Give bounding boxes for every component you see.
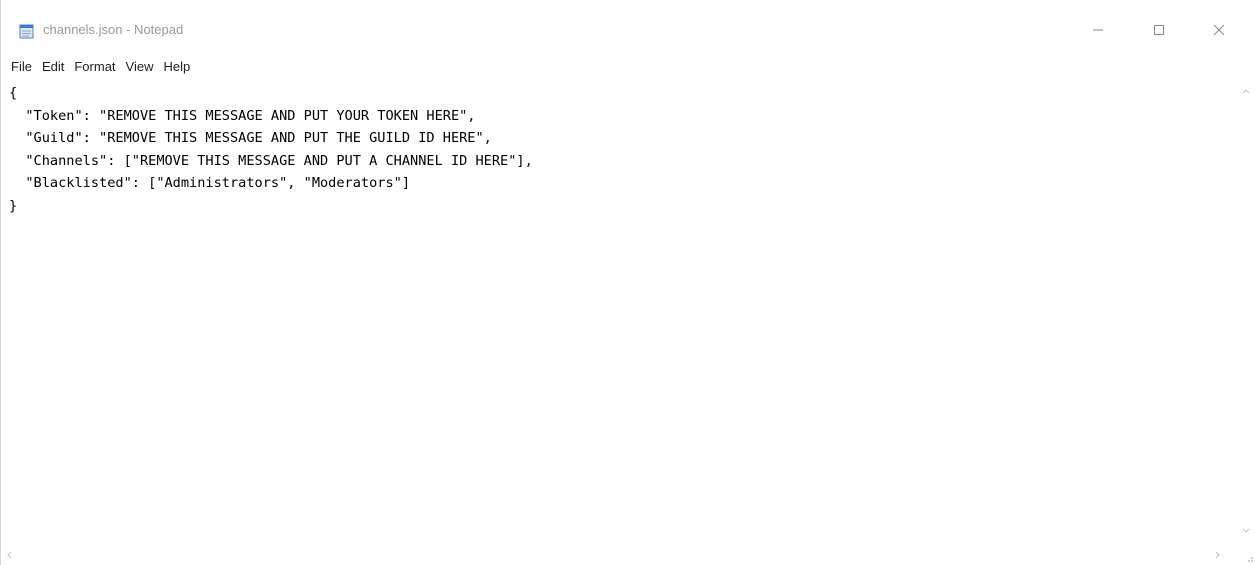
menu-bar: File Edit Format View Help [1,56,1255,78]
vertical-scrollbar[interactable] [1237,82,1255,546]
menu-view[interactable]: View [121,57,159,77]
close-button[interactable] [1197,13,1241,47]
editor-line: "Guild": "REMOVE THIS MESSAGE AND PUT TH… [9,130,492,146]
text-editor[interactable]: { "Token": "REMOVE THIS MESSAGE AND PUT … [9,82,1237,546]
editor-line: "Blacklisted": ["Administrators", "Moder… [9,175,411,191]
close-icon [1213,24,1225,36]
menu-help[interactable]: Help [158,57,195,77]
menu-edit[interactable]: Edit [37,57,69,77]
maximize-button[interactable] [1137,13,1181,47]
scroll-left-icon[interactable] [4,550,14,560]
minimize-button[interactable] [1076,13,1120,47]
window-title: channels.json - Notepad [43,22,184,37]
horizontal-scrollbar[interactable] [1,546,1237,565]
title-bar[interactable]: channels.json - Notepad [1,0,1255,39]
maximize-icon [1154,25,1164,35]
editor-line: } [9,197,18,214]
scroll-down-icon[interactable] [1241,526,1251,536]
notepad-window: channels.json - Notepad File Edit Format… [0,0,1255,565]
editor-line: "Channels": ["REMOVE THIS MESSAGE AND PU… [9,152,533,169]
resize-grip-icon[interactable] [1237,546,1255,565]
menu-file[interactable]: File [1,57,37,77]
editor-line: "Token": "REMOVE THIS MESSAGE AND PUT YO… [9,107,476,124]
notepad-app-icon [19,24,34,39]
editor-line: { [9,85,18,101]
menu-format[interactable]: Format [69,57,120,77]
scroll-right-icon[interactable] [1213,550,1223,560]
minimize-icon [1093,29,1103,31]
scroll-up-icon[interactable] [1241,86,1251,96]
